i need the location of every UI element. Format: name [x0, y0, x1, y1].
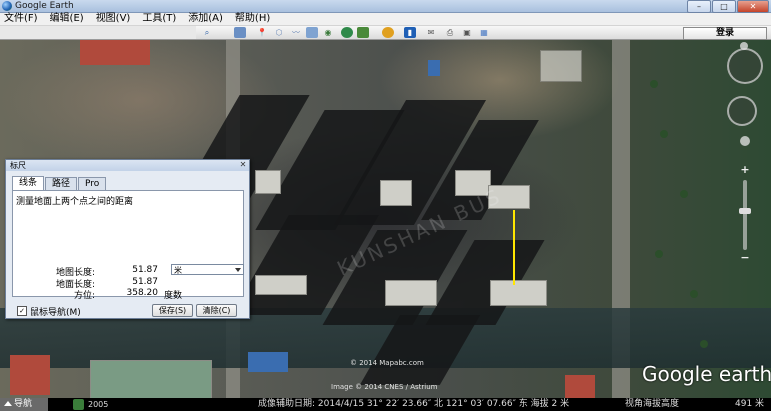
menu-view[interactable]: 视图(V) [92, 13, 139, 25]
maps-icon[interactable]: ▦ [478, 27, 490, 38]
close-button[interactable]: ✕ [737, 0, 769, 13]
menu-help[interactable]: 帮助(H) [231, 13, 278, 25]
heading-label: 方位: [73, 291, 95, 301]
tree [700, 340, 708, 348]
copyright-mapabc: © 2014 Mapabc.com [350, 359, 424, 367]
building [255, 275, 307, 295]
red-roof [80, 40, 150, 65]
navigation-tab-label: 导航 [14, 399, 33, 409]
ruler-measure-line [513, 210, 515, 285]
sunlight-icon[interactable] [357, 27, 369, 38]
blue-roof [428, 60, 440, 76]
unit-select-value: 米 [174, 266, 182, 275]
blue-roof [248, 352, 288, 372]
window-title: Google Earth [15, 1, 74, 11]
building [490, 280, 547, 306]
google-earth-icon [2, 1, 12, 11]
maximize-button[interactable]: □ [712, 0, 736, 13]
status-coordinates: 成像辅助日期: 2014/4/15 31° 22′ 23.66″ 北 121° … [258, 399, 570, 409]
placemark-icon[interactable]: 📍 [256, 27, 268, 38]
ruler-tabs: 线条 路径 Pro [12, 176, 107, 191]
zoom-slider[interactable] [743, 180, 747, 250]
triangle-up-icon [4, 401, 12, 406]
menu-bar: 文件(F) 编辑(E) 视图(V) 工具(T) 添加(A) 帮助(H) [0, 13, 771, 26]
toolbar: ⌕ 📍 ⬡ 〰 ◉ ▮ ✉ ⎙ ▣ ▦ 登录 [0, 26, 771, 40]
status-bar: 导航 2005 成像辅助日期: 2014/4/15 31° 22′ 23.66″… [0, 398, 771, 411]
building [380, 180, 412, 206]
window-controls: – □ ✕ [687, 0, 769, 13]
toolbar-spacer [0, 26, 196, 39]
tree [655, 250, 663, 258]
tour-icon[interactable]: ◉ [322, 27, 334, 38]
ground-length-value: 51.87 [132, 277, 158, 287]
ruler-icon[interactable]: ▮ [404, 27, 416, 38]
building [540, 50, 582, 82]
email-icon[interactable]: ✉ [425, 27, 437, 38]
historical-imagery-icon[interactable] [73, 399, 84, 410]
ruler-description: 测量地面上两个点之间的距离 [16, 197, 134, 207]
polygon-icon[interactable]: ⬡ [273, 27, 285, 38]
tree [680, 190, 688, 198]
window-titlebar: Google Earth – □ ✕ [0, 0, 771, 13]
print-icon[interactable]: ⎙ [444, 27, 456, 38]
unit-select[interactable]: 米 [171, 264, 244, 275]
historical-imagery-icon[interactable] [341, 27, 353, 38]
login-button[interactable]: 登录 [683, 27, 767, 40]
tree [690, 290, 698, 298]
mouse-navigation-checkbox[interactable]: ✓ [17, 306, 27, 316]
sidebar-toggle-icon[interactable] [234, 27, 246, 38]
street-view-icon[interactable] [740, 136, 750, 146]
menu-edit[interactable]: 编辑(E) [46, 13, 92, 25]
ruler-dialog-titlebar[interactable]: 标尺 ✕ [6, 160, 249, 171]
building [385, 280, 437, 306]
eye-altitude-label: 视角海拔高度 [625, 399, 680, 409]
chevron-down-icon [235, 268, 241, 272]
ruler-panel: 测量地面上两个点之间的距离 地图长度: 51.87 米 地面长度: 51.87 … [12, 190, 244, 301]
clear-button[interactable]: 清除(C) [196, 304, 237, 317]
menu-file[interactable]: 文件(F) [0, 13, 46, 25]
tab-line[interactable]: 线条 [12, 176, 45, 190]
north-reset-icon[interactable] [740, 42, 748, 50]
image-overlay-icon[interactable] [306, 27, 318, 38]
red-roof [10, 355, 50, 395]
path-icon[interactable]: 〰 [290, 27, 302, 38]
heading-value: 358.20 [126, 288, 159, 298]
ruler-dialog-title: 标尺 [10, 161, 26, 170]
mouse-navigation-label: 鼠标导航(M) [30, 308, 81, 318]
tree [660, 130, 668, 138]
copyright-cnes: Image © 2014 CNES / Astrium [331, 383, 438, 391]
planets-icon[interactable] [382, 27, 394, 38]
building [255, 170, 281, 194]
heading-unit: 度数 [164, 291, 183, 301]
tree [650, 80, 658, 88]
tab-pro[interactable]: Pro [78, 177, 107, 190]
ruler-dialog: 标尺 ✕ 线条 路径 Pro 测量地面上两个点之间的距离 地图长度: 51.87… [5, 159, 250, 319]
imagery-year: 2005 [88, 400, 109, 409]
move-joystick[interactable] [727, 96, 757, 126]
eye-altitude-value: 491 米 [735, 399, 765, 409]
look-joystick[interactable] [727, 48, 763, 84]
minimize-button[interactable]: – [687, 0, 711, 13]
zoom-out-button[interactable]: − [738, 252, 752, 264]
navigation-tab[interactable]: 导航 [0, 398, 48, 411]
zoom-slider-knob[interactable] [739, 208, 751, 214]
map-length-value: 51.87 [132, 265, 158, 275]
menu-add[interactable]: 添加(A) [184, 13, 231, 25]
ruler-close-icon[interactable]: ✕ [239, 161, 247, 169]
zoom-in-button[interactable]: + [738, 164, 752, 176]
search-icon[interactable]: ⌕ [201, 27, 213, 38]
menu-tools[interactable]: 工具(T) [138, 13, 184, 25]
save-button[interactable]: 保存(S) [152, 304, 193, 317]
tab-path[interactable]: 路径 [45, 177, 78, 190]
save-image-icon[interactable]: ▣ [461, 27, 473, 38]
google-earth-logo: Google earth [642, 362, 771, 386]
